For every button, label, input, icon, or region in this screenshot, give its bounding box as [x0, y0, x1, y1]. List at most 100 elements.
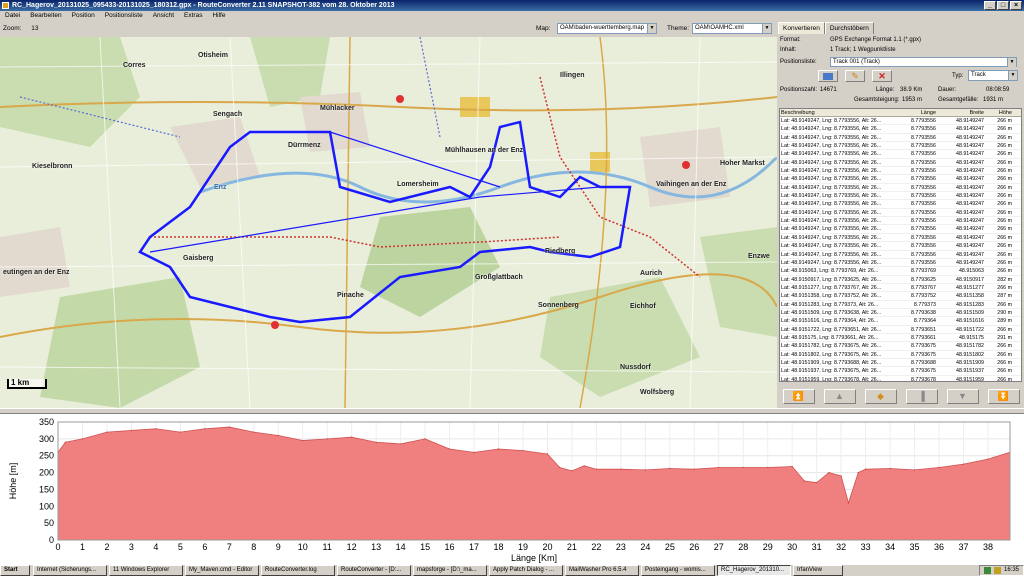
taskbar-item[interactable]: 11 Windows Explorer	[109, 565, 183, 576]
chevron-down-icon[interactable]: ▼	[647, 24, 656, 33]
table-row[interactable]: Lat: 48.9149247, Lng: 8.7793556, Alt: 26…	[780, 251, 1021, 259]
menu-ansicht[interactable]: Ansicht	[148, 11, 179, 21]
typ-select[interactable]: Track ▼	[968, 70, 1018, 81]
taskbar-item[interactable]: Posteingang - womis...	[641, 565, 715, 576]
tray-icon[interactable]	[983, 567, 991, 574]
delete-list-button[interactable]: ✕	[872, 70, 892, 82]
tray-icon[interactable]	[993, 567, 1001, 574]
elevation-area	[57, 426, 1011, 541]
move-up-button[interactable]: ▲	[823, 388, 856, 404]
table-row[interactable]: Lat: 48.9151277, Lng: 8.7793767, Alt: 26…	[780, 284, 1021, 293]
move-to-bottom-button[interactable]: ⏬	[987, 388, 1020, 404]
x-tick-label: 37	[958, 542, 968, 552]
menu-datei[interactable]: Datei	[0, 11, 25, 21]
menu-positionsliste[interactable]: Positionsliste	[100, 11, 148, 21]
table-row[interactable]: Lat: 48.9149247, Lng: 8.7793556, Alt: 26…	[780, 142, 1021, 151]
header-breite[interactable]: Breite	[936, 109, 984, 116]
taskbar-item[interactable]: mapsforge - [D:\_ma...	[413, 565, 487, 576]
table-row[interactable]: Lat: 48.9149247, Lng: 8.7793556, Alt: 26…	[780, 117, 1021, 126]
y-tick-label: 200	[39, 468, 54, 478]
elevation-point	[130, 429, 133, 432]
theme-select[interactable]: OAM\OAMHC.xml ▼	[692, 23, 772, 34]
menu-extras[interactable]: Extras	[179, 11, 207, 21]
positionsliste-select[interactable]: Track 001 (Track) ▼	[830, 57, 1017, 67]
tab-konvertieren[interactable]: Konvertieren	[778, 22, 825, 34]
taskbar-item[interactable]: Apply Patch Dialog - ...	[489, 565, 563, 576]
positions-table[interactable]: Beschreibung Länge Breite Höhe Lat: 48.9…	[779, 108, 1022, 382]
table-row[interactable]: Lat: 48.9149247, Lng: 8.7793556, Alt: 26…	[780, 225, 1021, 234]
table-row[interactable]: Lat: 48.9149247, Lng: 8.7793556, Alt: 26…	[780, 242, 1021, 251]
table-row[interactable]: Lat: 48.9149247, Lng: 8.7793556, Alt: 26…	[780, 209, 1021, 218]
table-row[interactable]: Lat: 48.9149247, Lng: 8.7793556, Alt: 26…	[780, 150, 1021, 159]
tab-durchstoebern[interactable]: Durchstöbern	[824, 22, 874, 34]
table-row[interactable]: Lat: 48.9149247, Lng: 8.7793556, Alt: 26…	[780, 200, 1021, 209]
table-row[interactable]: Lat: 48.9149247, Lng: 8.7793556, Alt: 26…	[780, 125, 1021, 134]
map-label: Map:	[536, 25, 551, 32]
table-row[interactable]: Lat: 48.9151782, Lng: 8.7793675, Alt: 26…	[780, 342, 1021, 351]
close-button[interactable]: ×	[1010, 1, 1022, 10]
table-row[interactable]: Lat: 48.9151616, Lng: 8.779364, Alt: 26.…	[780, 317, 1021, 326]
elevation-point	[179, 431, 181, 433]
map-canvas[interactable]	[0, 37, 777, 408]
table-row[interactable]: Lat: 48.9149247, Lng: 8.7793556, Alt: 26…	[780, 192, 1021, 201]
header-laenge[interactable]: Länge	[898, 109, 936, 116]
table-row[interactable]: Lat: 48.9151802, Lng: 8.7793675, Alt: 26…	[780, 351, 1021, 359]
new-list-button[interactable]	[818, 70, 838, 82]
rename-list-button[interactable]: ✎	[845, 70, 865, 82]
cell-laenge: 8.7793556	[910, 159, 936, 166]
table-row[interactable]: Lat: 48.915175, Lng: 8.7793661, Alt: 26.…	[780, 334, 1021, 343]
header-hoehe[interactable]: Höhe	[984, 109, 1012, 116]
start-button[interactable]: Start	[0, 565, 30, 576]
chevron-down-icon[interactable]: ▼	[1007, 58, 1016, 67]
table-row[interactable]: Lat: 48.9149247, Lng: 8.7793556, Alt: 26…	[780, 134, 1021, 143]
taskbar-item[interactable]: Internet (Sicherungs...	[33, 565, 107, 576]
table-row[interactable]: Lat: 48.9149247, Lng: 8.7793556, Alt: 26…	[780, 159, 1021, 168]
taskbar-item[interactable]: RC_Hagerov_201310...	[717, 565, 791, 576]
table-row[interactable]: Lat: 48.9149247, Lng: 8.7793556, Alt: 26…	[780, 259, 1021, 268]
table-row[interactable]: Lat: 48.9149247, Lng: 8.7793556, Alt: 26…	[780, 175, 1021, 184]
maximize-button[interactable]: □	[997, 1, 1009, 10]
move-down-button[interactable]: ▼	[946, 388, 979, 404]
chevron-down-icon[interactable]: ▼	[762, 24, 771, 33]
table-row[interactable]: Lat: 48.9149247, Lng: 8.7793556, Alt: 26…	[780, 184, 1021, 193]
y-tick-label: 350	[39, 417, 54, 427]
map-select[interactable]: OAM\baden-wuerttemberg.map ▼	[557, 23, 657, 34]
elevation-profile[interactable]: 0 50 100 150 200 250 300 350 0 1 2 3 4 5 6 7 8 9 10 11 12 13 1…	[0, 414, 1024, 564]
table-row[interactable]: Lat: 48.9151937, Lng: 8.7793675, Alt: 26…	[780, 367, 1021, 376]
table-row[interactable]: Lat: 48.9151909, Lng: 8.7793688, Alt: 26…	[780, 359, 1021, 368]
x-tick-label: 6	[202, 542, 207, 552]
minimize-button[interactable]: _	[984, 1, 996, 10]
delete-position-button[interactable]: ▐	[905, 388, 938, 404]
move-to-top-button[interactable]: ⏫	[782, 388, 815, 404]
add-position-button[interactable]: ◆	[864, 388, 897, 404]
x-tick-label: 36	[934, 542, 944, 552]
map-view[interactable]: Otisheim Corres Sengach Mühlacker Dürrme…	[0, 37, 777, 408]
table-row[interactable]: Lat: 48.9149247, Lng: 8.7793556, Alt: 26…	[780, 167, 1021, 176]
cell-breite: 48.9151722	[956, 326, 984, 333]
table-row[interactable]: Lat: 48.9151509, Lng: 8.7793638, Alt: 26…	[780, 309, 1021, 318]
cell-beschreibung: Lat: 48.9149247, Lng: 8.7793556, Alt: 26…	[781, 134, 882, 141]
table-row[interactable]: Lat: 48.915063, Lng: 8.7793769, Alt: 26.…	[780, 267, 1021, 276]
table-row[interactable]: Lat: 48.9151358, Lng: 8.7793752, Alt: 26…	[780, 292, 1021, 301]
menu-position[interactable]: Position	[67, 11, 100, 21]
table-row[interactable]: Lat: 48.9151722, Lng: 8.7793651, Alt: 26…	[780, 326, 1021, 334]
table-row[interactable]: Lat: 48.9150917, Lng: 8.7793625, Alt: 26…	[780, 276, 1021, 284]
taskbar-item[interactable]: My_Maven.cmd - Editor	[185, 565, 259, 576]
taskbar-item[interactable]: RouteConverter - [D:...	[337, 565, 411, 576]
y-tick-label: 0	[49, 535, 54, 545]
cell-breite: 48.9151509	[956, 309, 984, 316]
chevron-down-icon[interactable]: ▼	[1008, 71, 1017, 80]
taskbar-item[interactable]: RouteConverter.log	[261, 565, 335, 576]
table-row[interactable]: Lat: 48.9149247, Lng: 8.7793556, Alt: 26…	[780, 217, 1021, 226]
table-row[interactable]: Lat: 48.9151283, Lng: 8.779373, Alt: 26.…	[780, 301, 1021, 309]
table-row[interactable]: Lat: 48.9151959, Lng: 8.7793678, Alt: 26…	[780, 376, 1021, 381]
taskbar-item[interactable]: IrfanView	[793, 565, 843, 576]
menu-bearbeiten[interactable]: Bearbeiten	[25, 11, 66, 21]
table-row[interactable]: Lat: 48.9149247, Lng: 8.7793556, Alt: 26…	[780, 234, 1021, 243]
format-label: Format:	[780, 37, 801, 43]
menu-hilfe[interactable]: Hilfe	[207, 11, 230, 21]
header-beschreibung[interactable]: Beschreibung	[780, 109, 898, 116]
cell-hoehe: 266 m	[997, 184, 1012, 191]
taskbar-item[interactable]: MailWasher Pro 6.5.4	[565, 565, 639, 576]
cell-hoehe: 266 m	[997, 143, 1012, 150]
